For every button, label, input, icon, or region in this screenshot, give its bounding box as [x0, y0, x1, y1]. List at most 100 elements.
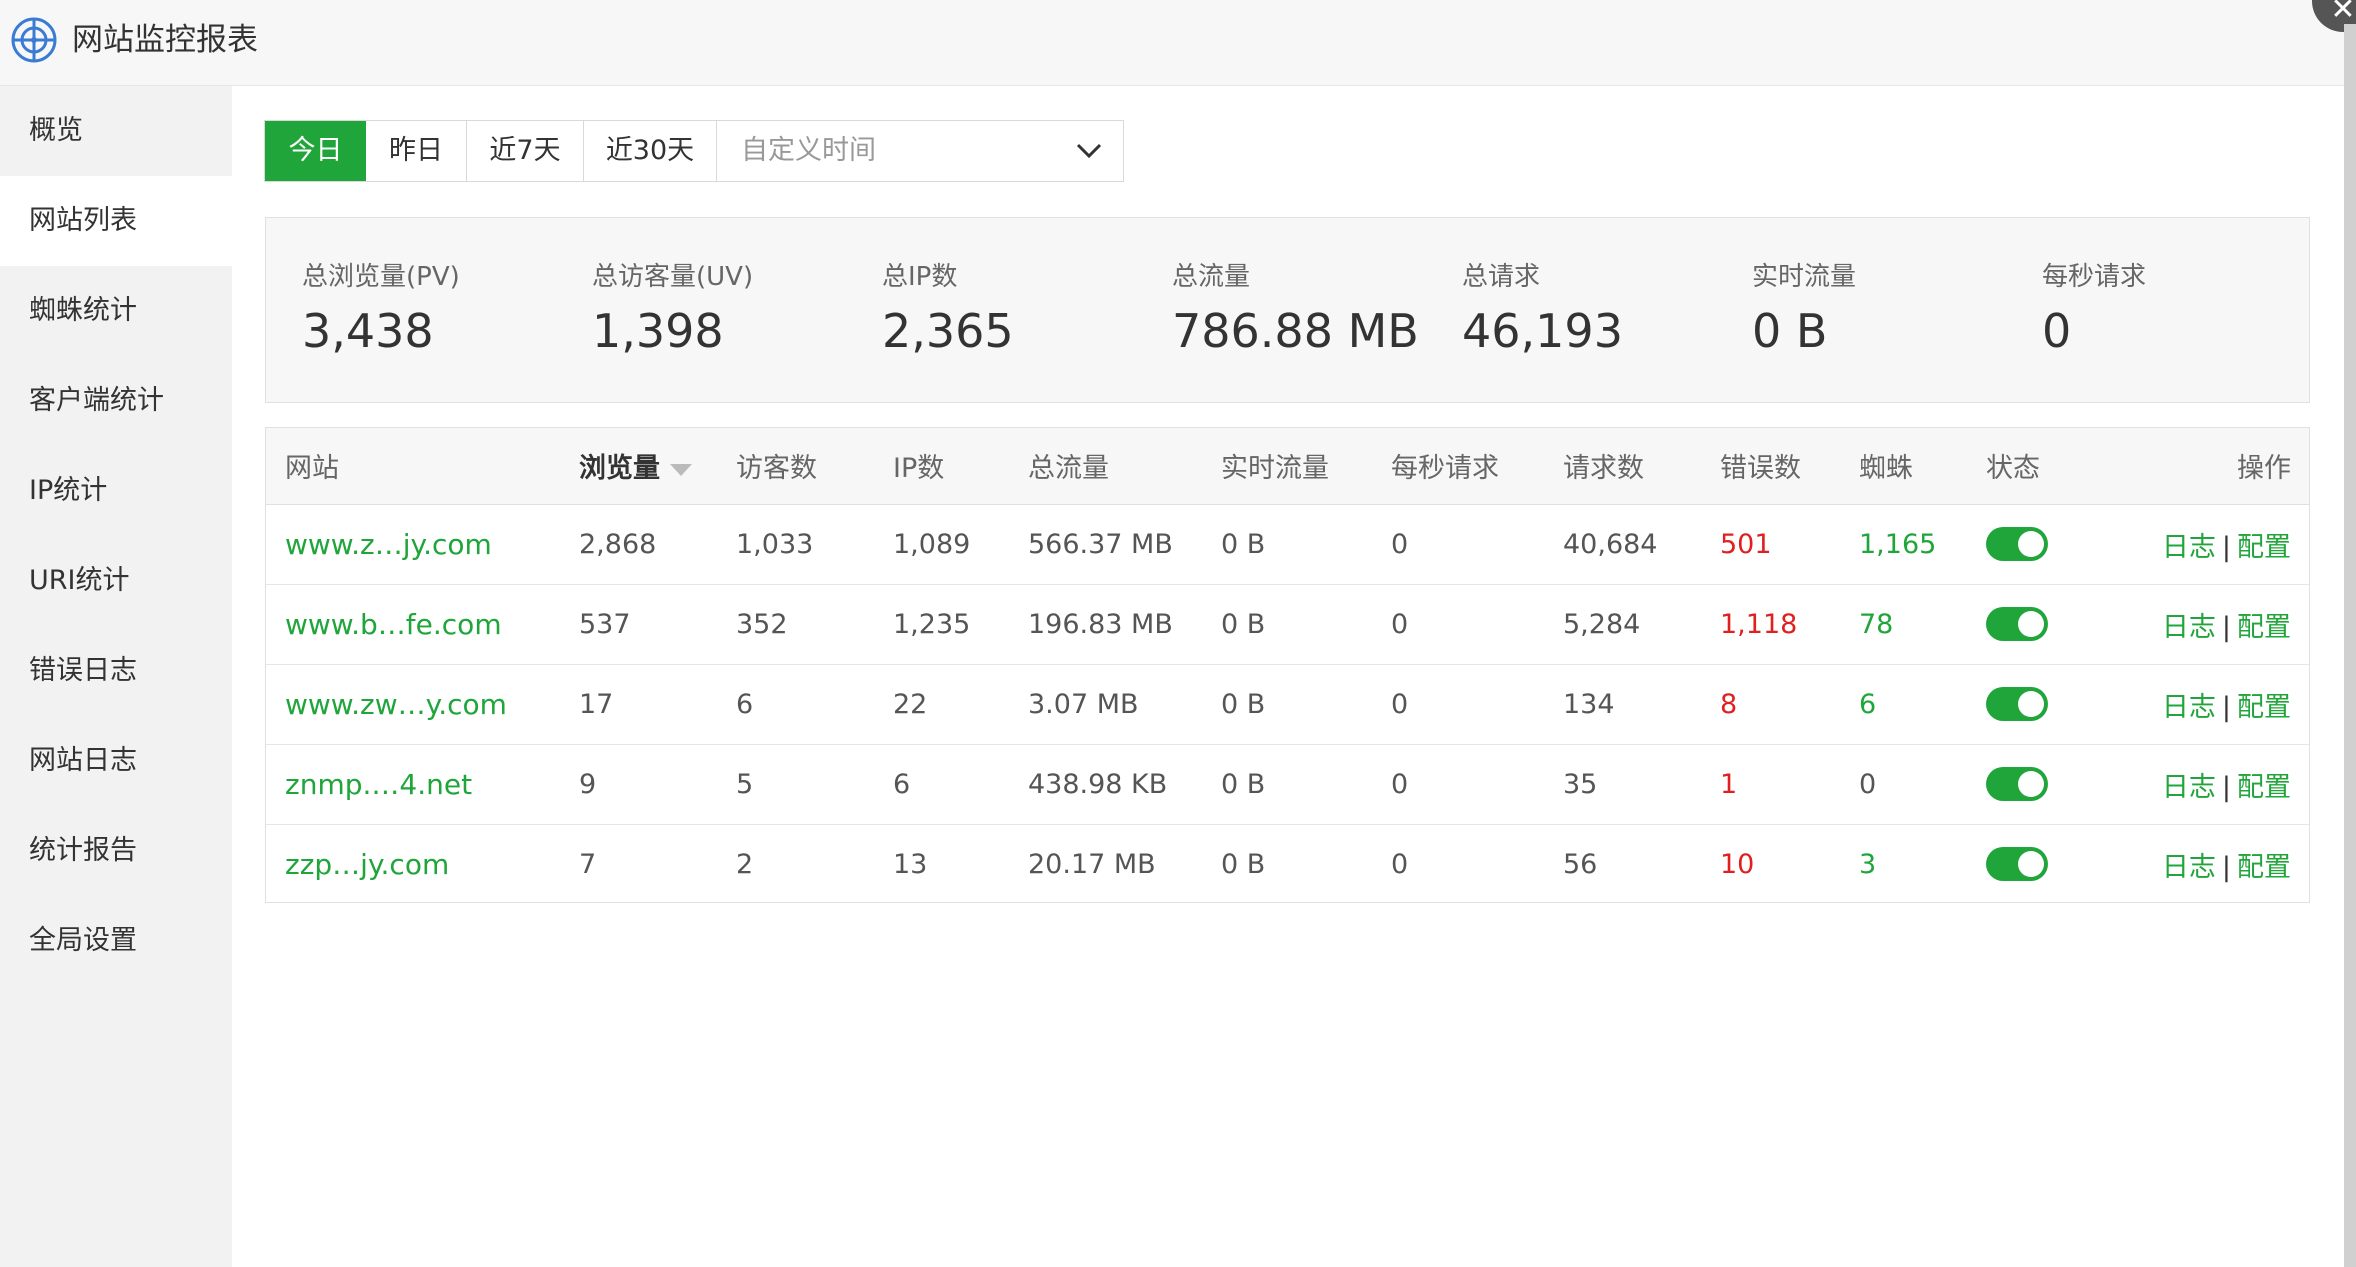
- op-separator: |: [2221, 851, 2231, 883]
- cell-rps: 0: [1391, 528, 1409, 560]
- cell-rps: 0: [1391, 608, 1409, 640]
- cell-uv: 2: [736, 848, 754, 880]
- site-link[interactable]: zzp…jy.com: [285, 848, 449, 881]
- stat-label: 总IP数: [882, 262, 958, 292]
- stat-value: 46,193: [1462, 304, 1623, 358]
- status-toggle[interactable]: [1986, 607, 2048, 641]
- col-pv-label: 浏览量: [579, 453, 660, 485]
- tab-last-7-days[interactable]: 近7天: [467, 121, 584, 181]
- custom-date-picker[interactable]: 自定义时间: [717, 121, 1123, 181]
- log-link[interactable]: 日志: [2162, 532, 2216, 563]
- status-toggle[interactable]: [1986, 527, 2048, 561]
- cell-spider: 0: [1859, 768, 1877, 800]
- toggle-knob: [2018, 851, 2044, 878]
- cell-rps: 0: [1391, 848, 1409, 880]
- sidebar: 概览 网站列表 蜘蛛统计 客户端统计 IP统计 URI统计 错误日志 网站日志 …: [0, 86, 232, 1267]
- cell-realtime: 0 B: [1221, 768, 1266, 800]
- sidebar-item-uri-stats[interactable]: URI统计: [0, 536, 232, 626]
- sidebar-item-spider-stats[interactable]: 蜘蛛统计: [0, 266, 232, 356]
- cell-uv: 6: [736, 688, 754, 720]
- date-filter-tabs: 今日 昨日 近7天 近30天 自定义时间: [264, 120, 1124, 182]
- status-toggle[interactable]: [1986, 847, 2048, 882]
- tab-yesterday[interactable]: 昨日: [366, 121, 467, 181]
- op-separator: |: [2221, 611, 2231, 643]
- cell-realtime: 0 B: [1221, 608, 1266, 640]
- cell-errors: 501: [1720, 528, 1772, 560]
- table-row: znmp.…4.net 9 5 6 438.98 KB 0 B 0 35 1 0…: [266, 744, 2309, 824]
- config-link[interactable]: 配置: [2237, 852, 2291, 883]
- col-errors: 错误数: [1720, 428, 1859, 505]
- chevron-down-icon: [1076, 143, 1102, 159]
- site-link[interactable]: znmp.…4.net: [285, 768, 472, 801]
- log-link[interactable]: 日志: [2162, 772, 2216, 803]
- cell-realtime: 0 B: [1221, 528, 1266, 560]
- background-overlay: [2344, 24, 2356, 1267]
- log-link[interactable]: 日志: [2162, 692, 2216, 723]
- cell-spider: 3: [1859, 848, 1877, 880]
- site-table: 网站 浏览量 访客数 IP数 总流量 实时流量 每秒请求 请求数 错误数 蜘蛛 …: [265, 427, 2310, 903]
- status-toggle[interactable]: [1986, 687, 2048, 721]
- cell-pv: 537: [579, 608, 631, 640]
- sidebar-item-global-settings[interactable]: 全局设置: [0, 896, 232, 986]
- col-realtime: 实时流量: [1221, 428, 1391, 505]
- cell-errors: 10: [1720, 848, 1755, 880]
- site-link[interactable]: www.z…jy.com: [285, 528, 492, 561]
- cell-ip: 1,235: [893, 608, 971, 640]
- col-site: 网站: [266, 428, 579, 505]
- config-link[interactable]: 配置: [2237, 532, 2291, 563]
- sidebar-item-site-log[interactable]: 网站日志: [0, 716, 232, 806]
- col-spider: 蜘蛛: [1859, 428, 1986, 505]
- cell-spider: 78: [1859, 608, 1894, 640]
- cell-pv: 2,868: [579, 528, 657, 560]
- site-link[interactable]: www.b…fe.com: [285, 608, 502, 641]
- config-link[interactable]: 配置: [2237, 772, 2291, 803]
- status-toggle[interactable]: [1986, 767, 2048, 801]
- cell-traffic: 438.98 KB: [1028, 768, 1168, 800]
- tab-last-30-days[interactable]: 近30天: [584, 121, 717, 181]
- custom-date-placeholder: 自定义时间: [741, 135, 876, 166]
- toggle-knob: [2018, 531, 2044, 557]
- col-rps: 每秒请求: [1391, 428, 1563, 505]
- log-link[interactable]: 日志: [2162, 612, 2216, 643]
- cell-pv: 9: [579, 768, 597, 800]
- sidebar-item-overview[interactable]: 概览: [0, 86, 232, 176]
- cell-requests: 35: [1563, 768, 1598, 800]
- sidebar-item-site-list[interactable]: 网站列表: [0, 176, 232, 266]
- stat-label: 每秒请求: [2042, 262, 2147, 292]
- sidebar-item-error-log[interactable]: 错误日志: [0, 626, 232, 716]
- stat-value: 0: [2042, 304, 2072, 358]
- cell-spider: 1,165: [1859, 528, 1937, 560]
- site-link[interactable]: www.zw…y.com: [285, 688, 507, 721]
- toggle-knob: [2018, 611, 2044, 637]
- cell-traffic: 3.07 MB: [1028, 688, 1139, 720]
- col-pv[interactable]: 浏览量: [579, 428, 736, 505]
- cell-ip: 13: [893, 848, 928, 880]
- table-header-row: 网站 浏览量 访客数 IP数 总流量 实时流量 每秒请求 请求数 错误数 蜘蛛 …: [266, 428, 2309, 505]
- sidebar-item-report[interactable]: 统计报告: [0, 806, 232, 896]
- stat-label: 实时流量: [1752, 262, 1857, 292]
- cell-errors: 1,118: [1720, 608, 1798, 640]
- sidebar-item-ip-stats[interactable]: IP统计: [0, 446, 232, 536]
- stat-value: 786.88 MB: [1172, 304, 1419, 358]
- cell-realtime: 0 B: [1221, 848, 1266, 880]
- cell-rps: 0: [1391, 768, 1409, 800]
- cell-requests: 134: [1563, 688, 1615, 720]
- sidebar-item-client-stats[interactable]: 客户端统计: [0, 356, 232, 446]
- cell-ip: 1,089: [893, 528, 971, 560]
- log-link[interactable]: 日志: [2162, 852, 2216, 883]
- col-ops: 操作: [2131, 428, 2309, 505]
- cell-traffic: 196.83 MB: [1028, 608, 1173, 640]
- col-uv: 访客数: [736, 428, 893, 505]
- tab-today[interactable]: 今日: [265, 121, 366, 181]
- config-link[interactable]: 配置: [2237, 692, 2291, 723]
- stat-value: 1,398: [592, 304, 724, 358]
- cell-traffic: 566.37 MB: [1028, 528, 1173, 560]
- stat-value: 0 B: [1752, 304, 1828, 358]
- config-link[interactable]: 配置: [2237, 612, 2291, 643]
- stat-value: 2,365: [882, 304, 1014, 358]
- cell-requests: 5,284: [1563, 608, 1641, 640]
- stat-label: 总流量: [1172, 262, 1251, 292]
- stat-label: 总请求: [1462, 262, 1541, 292]
- sort-down-icon[interactable]: [670, 463, 692, 476]
- cell-rps: 0: [1391, 688, 1409, 720]
